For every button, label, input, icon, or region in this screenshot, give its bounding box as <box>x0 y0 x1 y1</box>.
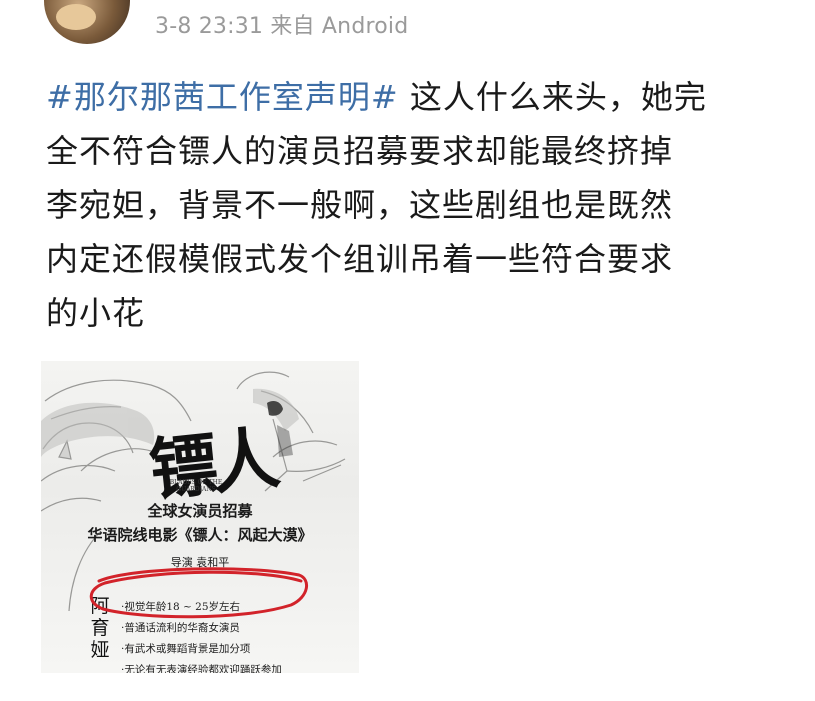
post-line-4: 内定还假模假式发个组训吊着一些符合要求 <box>46 240 674 278</box>
post-line-1: #那尔那茜工作室声明# 这人什么来头，她完 <box>46 70 766 124</box>
post-line-5: 的小花 <box>46 294 146 332</box>
user-avatar[interactable] <box>44 0 130 44</box>
post-line-3: 李宛妲，背景不一般啊，这些剧组也是既然 <box>46 186 674 224</box>
post-line-1-text: 这人什么来头，她完 <box>398 78 707 116</box>
hashtag-link[interactable]: #那尔那茜工作室声明# <box>46 78 399 116</box>
post-timestamp: 3-8 23:31 <box>155 14 264 39</box>
post-line-2: 全不符合镖人的演员招募要求却能最终挤掉 <box>46 132 674 170</box>
red-circle-annotation <box>89 567 308 619</box>
avatar-image <box>56 4 96 30</box>
post-text: #那尔那茜工作室声明# 这人什么来头，她完 全不符合镖人的演员招募要求却能最终挤… <box>46 70 766 340</box>
post-source: 来自 Android <box>270 14 409 39</box>
post-image[interactable]: 镖人 BLADES OF THE GUARDIANS 全球女演员招募 华语院线电… <box>41 361 359 673</box>
post-meta: 3-8 23:31 来自 Android <box>155 8 408 40</box>
